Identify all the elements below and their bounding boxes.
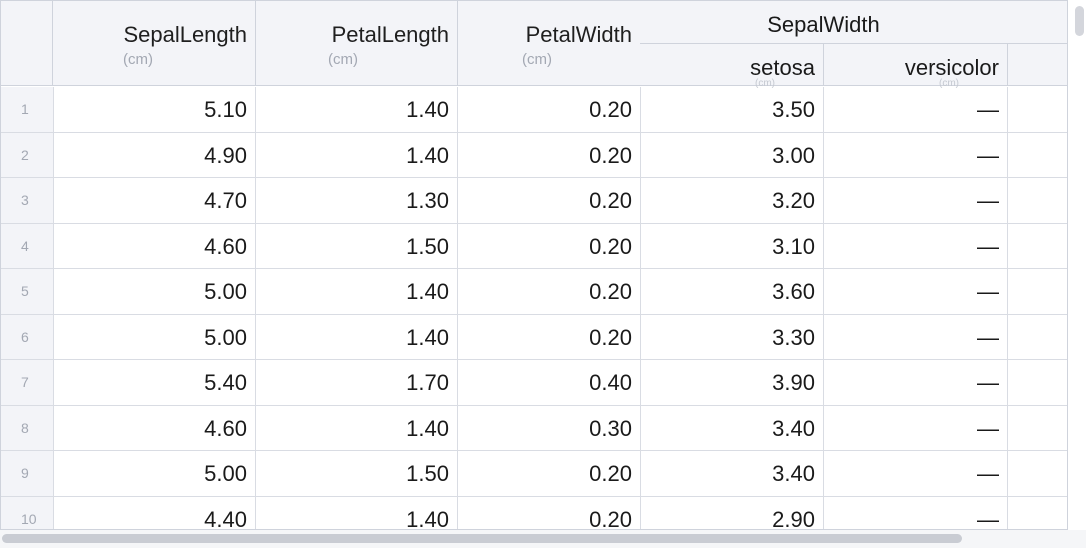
cell-setosa[interactable]: 3.30 (641, 314, 824, 359)
cell-sepal-length[interactable]: 5.00 (54, 269, 256, 314)
cell-overflow (1008, 315, 1068, 360)
column-header-sepal-length[interactable]: SepalLength (cm) (53, 1, 256, 86)
column-header-overflow (1008, 44, 1068, 86)
cell-petal-length[interactable]: 1.40 (256, 87, 458, 132)
cell-overflow (1008, 406, 1068, 451)
cell-petal-width[interactable]: 0.20 (458, 314, 641, 359)
cell-overflow (1008, 178, 1068, 223)
column-header-petal-length[interactable]: PetalLength (cm) (256, 1, 458, 86)
row-number: 6 (1, 314, 54, 359)
cell-versicolor[interactable]: — (824, 178, 1008, 223)
row-number: 9 (1, 451, 54, 496)
row-number: 2 (1, 132, 54, 177)
column-header-versicolor[interactable]: versicolor (cm) (824, 44, 1008, 89)
row-header-corner (1, 1, 53, 86)
cell-versicolor[interactable]: — (824, 87, 1008, 132)
cell-petal-width[interactable]: 0.20 (458, 87, 641, 132)
cell-petal-length[interactable]: 1.50 (256, 451, 458, 496)
cell-petal-length[interactable]: 1.40 (256, 314, 458, 359)
cell-sepal-length[interactable]: 4.90 (54, 132, 256, 177)
cell-petal-width[interactable]: 0.20 (458, 132, 641, 177)
cell-petal-length[interactable]: 1.70 (256, 360, 458, 405)
cell-setosa[interactable]: 3.60 (641, 269, 824, 314)
column-unit: (cm) (522, 51, 552, 68)
cell-petal-length[interactable]: 1.50 (256, 223, 458, 268)
horizontal-scrollbar-thumb[interactable] (2, 534, 962, 543)
cell-setosa[interactable]: 3.00 (641, 132, 824, 177)
table-row[interactable]: 3 4.70 1.30 0.20 3.20 — (1, 178, 1068, 224)
cell-petal-width[interactable]: 0.20 (458, 178, 641, 223)
cell-petal-length[interactable]: 1.40 (256, 132, 458, 177)
data-grid: SepalLength (cm) PetalLength (cm) PetalW… (0, 0, 1086, 548)
cell-setosa[interactable]: 3.40 (641, 405, 824, 450)
cell-sepal-length[interactable]: 5.10 (54, 87, 256, 132)
cell-versicolor[interactable]: — (824, 405, 1008, 450)
cell-petal-width[interactable]: 0.20 (458, 269, 641, 314)
cell-overflow (1008, 451, 1068, 496)
cell-sepal-length[interactable]: 4.60 (54, 405, 256, 450)
column-header-setosa[interactable]: setosa (cm) (640, 44, 824, 89)
column-label: PetalLength (331, 22, 449, 47)
column-label: PetalWidth (525, 22, 632, 47)
horizontal-scrollbar-track[interactable] (0, 530, 1086, 548)
cell-petal-length[interactable]: 1.30 (256, 178, 458, 223)
cell-versicolor[interactable]: — (824, 360, 1008, 405)
row-number: 1 (1, 87, 54, 132)
cell-versicolor[interactable]: — (824, 223, 1008, 268)
cell-setosa[interactable]: 3.50 (641, 87, 824, 132)
cell-petal-length[interactable]: 1.40 (256, 405, 458, 450)
table-body: 1 5.10 1.40 0.20 3.50 — 2 4.90 1.40 0.20… (1, 87, 1068, 542)
table-row[interactable]: 5 5.00 1.40 0.20 3.60 — (1, 269, 1068, 315)
cell-sepal-length[interactable]: 5.00 (54, 451, 256, 496)
cell-versicolor[interactable]: — (824, 269, 1008, 314)
column-header-petal-width[interactable]: PetalWidth (cm) (458, 1, 641, 86)
row-number: 3 (1, 178, 54, 223)
column-group-header-sepal-width[interactable]: SepalWidth (640, 1, 1068, 44)
cell-versicolor[interactable]: — (824, 314, 1008, 359)
cell-setosa[interactable]: 3.10 (641, 223, 824, 268)
cell-overflow (1008, 269, 1068, 314)
cell-overflow (1008, 133, 1068, 178)
cell-versicolor[interactable]: — (824, 451, 1008, 496)
table-row[interactable]: 2 4.90 1.40 0.20 3.00 — (1, 132, 1068, 178)
row-number: 7 (1, 360, 54, 405)
cell-petal-width[interactable]: 0.30 (458, 405, 641, 450)
column-unit: (cm) (123, 51, 153, 68)
table-row[interactable]: 6 5.00 1.40 0.20 3.30 — (1, 314, 1068, 360)
row-number: 8 (1, 405, 54, 450)
cell-versicolor[interactable]: — (824, 132, 1008, 177)
cell-setosa[interactable]: 3.20 (641, 178, 824, 223)
cell-sepal-length[interactable]: 4.70 (54, 178, 256, 223)
cell-setosa[interactable]: 3.40 (641, 451, 824, 496)
cell-sepal-length[interactable]: 4.60 (54, 223, 256, 268)
table-row[interactable]: 4 4.60 1.50 0.20 3.10 — (1, 223, 1068, 269)
table-row[interactable]: 9 5.00 1.50 0.20 3.40 — (1, 451, 1068, 497)
vertical-scrollbar[interactable] (1075, 6, 1084, 36)
cell-sepal-length[interactable]: 5.40 (54, 360, 256, 405)
column-group-label: SepalWidth (767, 12, 880, 37)
row-number: 4 (1, 223, 54, 268)
column-label: SepalLength (123, 22, 247, 47)
row-number: 5 (1, 269, 54, 314)
cell-petal-length[interactable]: 1.40 (256, 269, 458, 314)
cell-petal-width[interactable]: 0.20 (458, 451, 641, 496)
cell-petal-width[interactable]: 0.20 (458, 223, 641, 268)
column-unit: (cm) (328, 51, 358, 68)
cell-overflow (1008, 87, 1068, 132)
table-row[interactable]: 8 4.60 1.40 0.30 3.40 — (1, 405, 1068, 451)
cell-overflow (1008, 224, 1068, 269)
cell-sepal-length[interactable]: 5.00 (54, 314, 256, 359)
cell-petal-width[interactable]: 0.40 (458, 360, 641, 405)
table-row[interactable]: 7 5.40 1.70 0.40 3.90 — (1, 360, 1068, 406)
table-row[interactable]: 1 5.10 1.40 0.20 3.50 — (1, 87, 1068, 133)
cell-overflow (1008, 360, 1068, 405)
cell-setosa[interactable]: 3.90 (641, 360, 824, 405)
